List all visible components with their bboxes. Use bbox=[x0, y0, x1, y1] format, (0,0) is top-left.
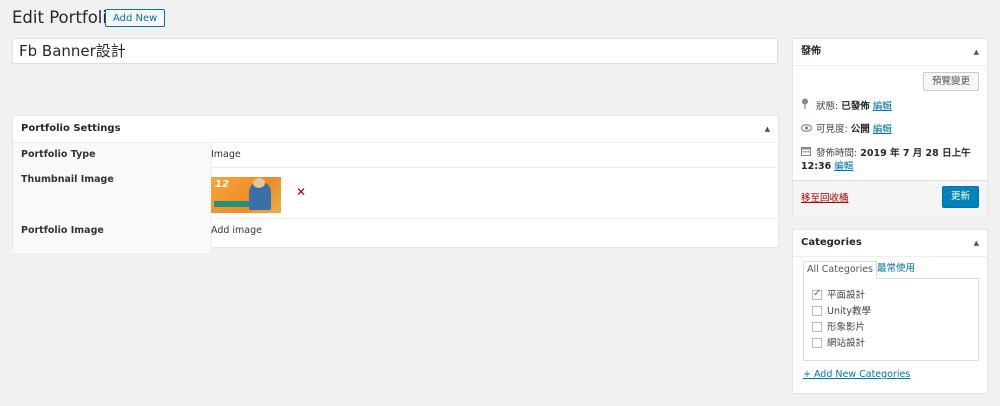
visibility-label: 可見度: bbox=[816, 124, 848, 135]
edit-visibility-link[interactable]: 編輯 bbox=[873, 124, 892, 135]
calendar-icon bbox=[801, 146, 813, 160]
publish-box: 發佈 ▲ 預覽變更 狀態: 已發佈 編輯 可見度: 公開 編輯 發佈時間: 20… bbox=[792, 38, 988, 216]
preview-changes-button[interactable]: 預覽變更 bbox=[922, 72, 979, 91]
thumbnail-image-row: Thumbnail Image 12 ✕ bbox=[13, 168, 778, 224]
categories-title: Categories bbox=[801, 237, 862, 248]
visibility-value: 公開 bbox=[850, 124, 870, 135]
add-new-button[interactable]: Add New bbox=[105, 9, 166, 27]
category-checkbox[interactable] bbox=[812, 338, 822, 348]
category-checklist: 平面設計 Unity教學 形象影片 網站設計 bbox=[803, 278, 979, 361]
collapse-toggle-icon[interactable]: ▲ bbox=[974, 39, 979, 65]
page-title: Edit Portfolio bbox=[12, 8, 118, 27]
publish-actions: 移至回收桶 更新 bbox=[793, 180, 987, 216]
publish-date-row-2: 12:36 編輯 bbox=[801, 160, 853, 173]
categories-box: Categories ▲ All Categories 最常使用 平面設計 Un… bbox=[792, 229, 988, 394]
visibility-row: 可見度: 公開 編輯 bbox=[800, 123, 892, 136]
status-label: 狀態: bbox=[816, 101, 839, 112]
publish-time-value: 12:36 bbox=[801, 161, 832, 172]
portfolio-settings-header[interactable]: Portfolio Settings ▲ bbox=[13, 116, 778, 143]
edit-status-link[interactable]: 編輯 bbox=[873, 101, 892, 112]
portfolio-type-value: Image bbox=[211, 149, 241, 160]
category-item[interactable]: 網站設計 bbox=[812, 338, 865, 350]
thumbnail-image-label: Thumbnail Image bbox=[13, 168, 212, 224]
status-row: 狀態: 已發佈 編輯 bbox=[801, 98, 892, 113]
categories-header[interactable]: Categories ▲ bbox=[793, 230, 987, 257]
category-item[interactable]: Unity教學 bbox=[812, 306, 871, 318]
category-label: 平面設計 bbox=[827, 290, 866, 301]
status-value: 已發佈 bbox=[841, 101, 870, 112]
portfolio-settings-title: Portfolio Settings bbox=[21, 123, 121, 134]
thumbnail-image-text: 12 bbox=[215, 179, 229, 190]
category-checkbox[interactable] bbox=[812, 288, 822, 300]
eye-icon bbox=[800, 123, 813, 136]
publish-header[interactable]: 發佈 ▲ bbox=[793, 39, 987, 66]
portfolio-image-row: Portfolio Image Add image bbox=[13, 219, 778, 253]
tab-all-categories[interactable]: All Categories bbox=[803, 261, 878, 279]
edit-date-link[interactable]: 編輯 bbox=[834, 161, 853, 172]
collapse-toggle-icon[interactable]: ▲ bbox=[765, 116, 770, 142]
move-to-trash-link[interactable]: 移至回收桶 bbox=[801, 190, 849, 204]
add-new-category-link[interactable]: + Add New Categories bbox=[803, 369, 910, 380]
pin-icon bbox=[801, 98, 813, 113]
category-label: Unity教學 bbox=[827, 306, 871, 317]
add-image-link[interactable]: Add image bbox=[211, 225, 262, 236]
publish-date-row: 發佈時間: 2019 年 7 月 28 日上午 bbox=[801, 146, 971, 160]
category-checkbox[interactable] bbox=[812, 322, 822, 332]
thumbnail-image[interactable]: 12 bbox=[211, 177, 281, 213]
category-label: 形象影片 bbox=[827, 322, 866, 333]
post-title-input[interactable]: Fb Banner設計 bbox=[12, 38, 778, 64]
publish-date-value: 2019 年 7 月 28 日上午 bbox=[860, 148, 971, 159]
portfolio-image-label: Portfolio Image bbox=[13, 219, 212, 253]
collapse-toggle-icon[interactable]: ▲ bbox=[974, 230, 979, 256]
portfolio-settings-box: Portfolio Settings ▲ Portfolio Type Imag… bbox=[12, 115, 779, 253]
update-button[interactable]: 更新 bbox=[942, 186, 979, 208]
publish-title: 發佈 bbox=[801, 46, 821, 57]
category-label: 網站設計 bbox=[827, 338, 866, 349]
category-checkbox[interactable] bbox=[812, 306, 822, 316]
portfolio-type-row: Portfolio Type Image bbox=[13, 143, 778, 173]
category-item[interactable]: 平面設計 bbox=[812, 288, 866, 302]
remove-thumbnail-icon[interactable]: ✕ bbox=[296, 186, 306, 198]
category-item[interactable]: 形象影片 bbox=[812, 322, 865, 334]
publish-date-label: 發佈時間: bbox=[816, 148, 858, 159]
tab-most-used[interactable]: 最常使用 bbox=[877, 261, 915, 277]
